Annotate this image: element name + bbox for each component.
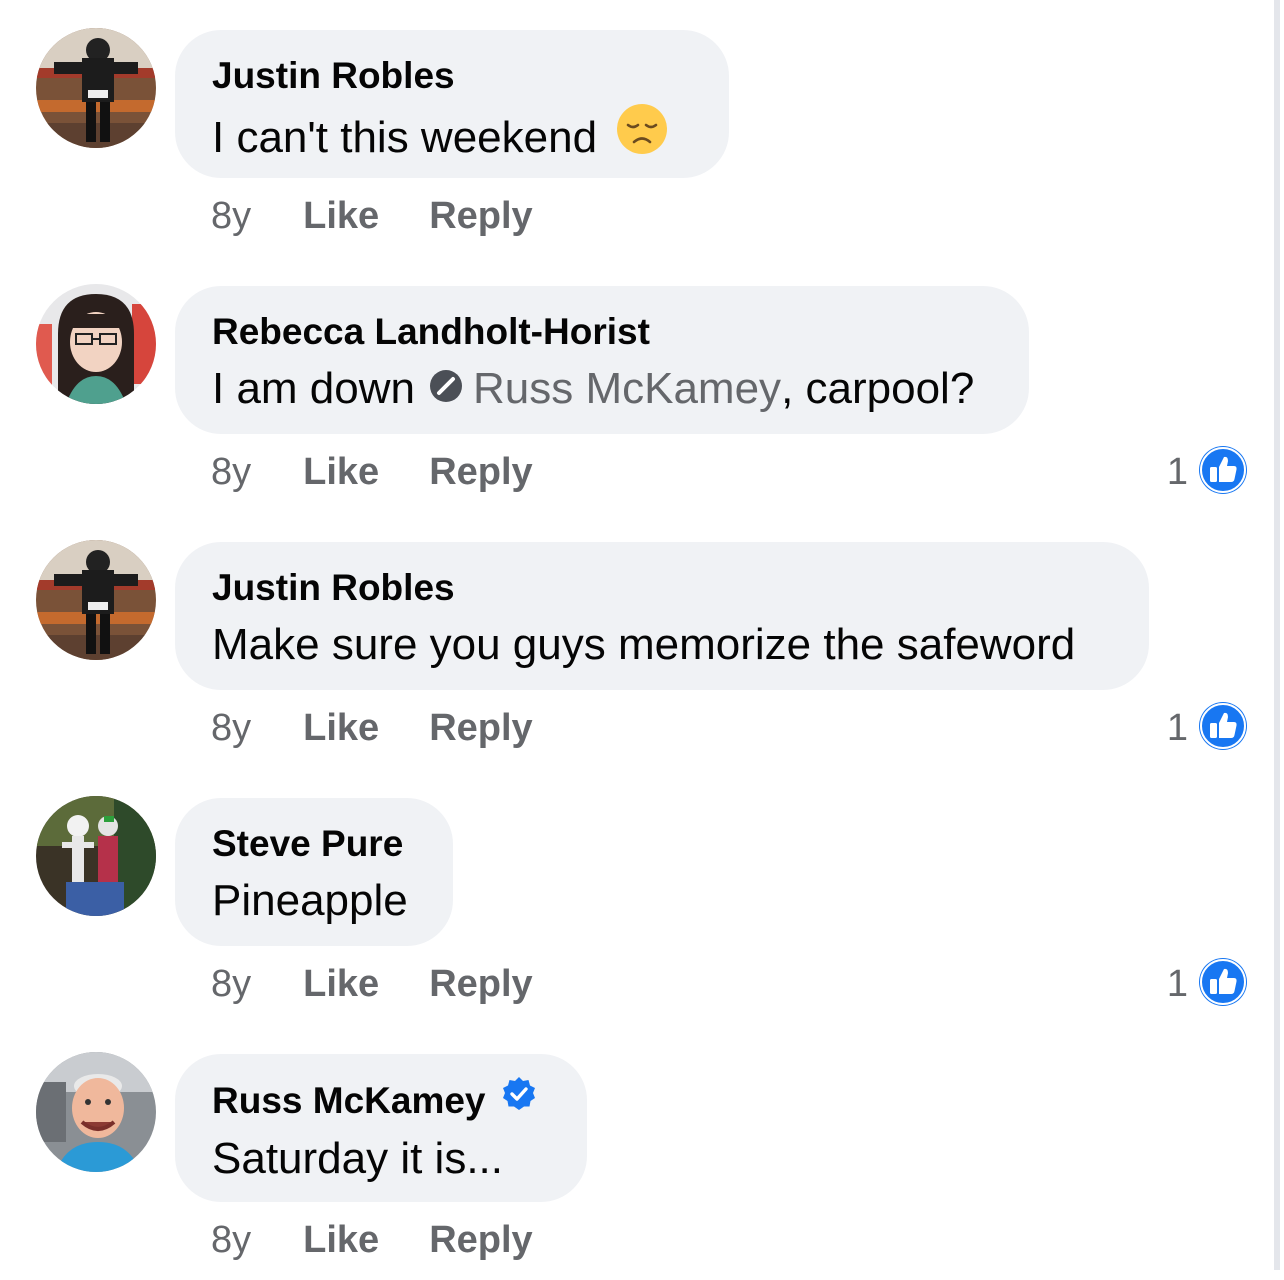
comment-bubble: Rebecca Landholt-Horist I am down Russ M…	[175, 286, 1029, 434]
comment-actions: 8y Like Reply	[211, 1212, 533, 1268]
comment-timestamp[interactable]: 8y	[211, 700, 251, 756]
comment-text: Saturday it is...	[212, 1134, 504, 1183]
reaction-summary[interactable]: 1	[1167, 700, 1248, 756]
avatar[interactable]	[36, 540, 156, 660]
comment-author-row: Russ McKamey	[212, 1076, 549, 1126]
thumbs-up-icon	[1198, 445, 1248, 500]
comment-item: Rebecca Landholt-Horist I am down Russ M…	[0, 256, 1284, 512]
comment-author[interactable]: Russ McKamey	[212, 1077, 486, 1125]
mention-link[interactable]: Russ McKamey	[473, 358, 781, 420]
comment-text-row: I can't this weekend	[212, 102, 691, 173]
comment-item: Justin Robles I can't this weekend 8y Li…	[0, 0, 1284, 256]
comment-text-before: I am down	[212, 364, 415, 413]
comment-timestamp[interactable]: 8y	[211, 956, 251, 1012]
comment-text-after: , carpool?	[781, 364, 975, 413]
comment-timestamp[interactable]: 8y	[211, 444, 251, 500]
comment-text-row: Saturday it is...	[212, 1128, 549, 1190]
comment-item: Russ McKamey Saturday it is... 8y Like R…	[0, 1024, 1284, 1280]
like-button[interactable]: Like	[303, 188, 379, 244]
comment-actions: 8y Like Reply	[211, 700, 533, 756]
reaction-count: 1	[1166, 706, 1188, 749]
comment-bubble: Justin Robles I can't this weekend	[175, 30, 729, 178]
avatar[interactable]	[36, 28, 156, 148]
avatar[interactable]	[36, 284, 156, 404]
avatar[interactable]	[36, 1052, 156, 1172]
comment-author[interactable]: Steve Pure	[212, 820, 415, 868]
comment-author[interactable]: Rebecca Landholt-Horist	[212, 308, 991, 356]
comment-author[interactable]: Justin Robles	[212, 564, 1111, 612]
disappointed-face-icon	[615, 102, 669, 173]
like-button[interactable]: Like	[303, 444, 379, 500]
comment-text-row: Pineapple	[212, 870, 415, 932]
comment-actions: 8y Like Reply	[211, 444, 533, 500]
comment-bubble: Justin Robles Make sure you guys memoriz…	[175, 542, 1149, 690]
comment-bubble: Steve Pure Pineapple	[175, 798, 453, 946]
reply-button[interactable]: Reply	[429, 444, 532, 500]
comment-text: I can't this weekend	[212, 112, 598, 162]
like-button[interactable]: Like	[303, 956, 379, 1012]
like-button[interactable]: Like	[303, 1212, 379, 1268]
comment-actions: 8y Like Reply	[211, 188, 533, 244]
slash-circle-icon	[429, 358, 463, 420]
comment-text: Pineapple	[212, 876, 408, 925]
thumbs-up-icon	[1198, 957, 1248, 1012]
reply-button[interactable]: Reply	[429, 188, 532, 244]
comment-author[interactable]: Justin Robles	[212, 52, 691, 100]
comment-timestamp[interactable]: 8y	[211, 1212, 251, 1268]
comment-bubble: Russ McKamey Saturday it is...	[175, 1054, 587, 1202]
comment-text: Make sure you guys memorize the safeword	[212, 620, 1076, 669]
reaction-count: 1	[1166, 962, 1188, 1005]
reaction-summary[interactable]: 1	[1167, 956, 1248, 1012]
comment-actions: 8y Like Reply	[211, 956, 533, 1012]
avatar[interactable]	[36, 796, 156, 916]
reply-button[interactable]: Reply	[429, 700, 532, 756]
reaction-summary[interactable]: 1	[1167, 444, 1248, 500]
reply-button[interactable]: Reply	[429, 1212, 532, 1268]
verified-badge-icon	[500, 1076, 538, 1126]
reply-button[interactable]: Reply	[429, 956, 532, 1012]
thumbs-up-icon	[1198, 701, 1248, 756]
reaction-count: 1	[1166, 450, 1188, 493]
comment-text-row: I am down Russ McKamey , carpool?	[212, 358, 991, 420]
comment-text-row: Make sure you guys memorize the safeword	[212, 614, 1111, 676]
comment-timestamp[interactable]: 8y	[211, 188, 251, 244]
comment-item: Justin Robles Make sure you guys memoriz…	[0, 512, 1284, 768]
like-button[interactable]: Like	[303, 700, 379, 756]
comment-item: Steve Pure Pineapple 8y Like Reply 1	[0, 768, 1284, 1024]
